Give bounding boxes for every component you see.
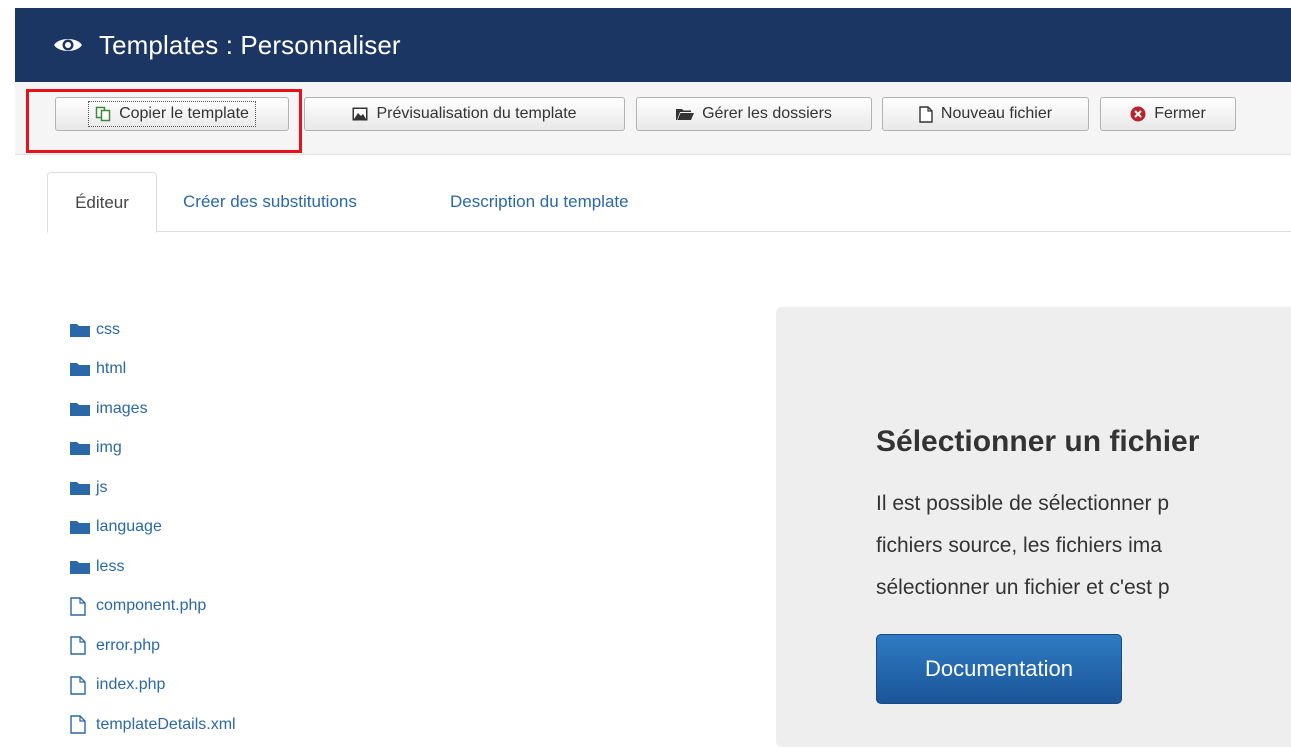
folder-icon bbox=[70, 481, 96, 495]
folder-icon bbox=[70, 441, 96, 456]
panel-description-line: fichiers source, les fichiers ima bbox=[876, 534, 1162, 557]
folder-label: html bbox=[96, 360, 127, 378]
select-file-panel: Sélectionner un fichier Il est possible … bbox=[776, 307, 1291, 747]
file-tree: css html images img js language less com… bbox=[70, 310, 236, 745]
tree-folder-item[interactable]: images bbox=[70, 389, 236, 429]
manage-folders-label: Gérer les dossiers bbox=[702, 105, 832, 122]
highlight-box bbox=[26, 89, 302, 153]
tree-file-item[interactable]: error.php bbox=[70, 626, 236, 666]
tree-folder-item[interactable]: css bbox=[70, 310, 236, 350]
tree-folder-item[interactable]: less bbox=[70, 547, 236, 587]
page-title: Templates : Personnaliser bbox=[99, 29, 401, 60]
folder-label: images bbox=[96, 399, 148, 417]
page-header: Templates : Personnaliser bbox=[15, 8, 1291, 82]
documentation-button[interactable]: Documentation bbox=[876, 634, 1122, 704]
file-icon bbox=[70, 676, 96, 695]
folder-icon bbox=[70, 402, 96, 416]
panel-title: Sélectionner un fichier bbox=[876, 425, 1200, 458]
file-label: index.php bbox=[96, 676, 166, 694]
file-label: component.php bbox=[96, 597, 207, 615]
new-file-button[interactable]: Nouveau fichier bbox=[882, 97, 1089, 131]
file-label: error.php bbox=[96, 636, 161, 654]
eye-icon bbox=[53, 33, 83, 57]
tree-file-item[interactable]: component.php bbox=[70, 587, 236, 627]
folder-icon bbox=[70, 520, 96, 535]
tree-folder-item[interactable]: img bbox=[70, 429, 236, 469]
image-icon bbox=[352, 107, 368, 121]
folder-icon bbox=[70, 323, 96, 337]
folder-icon bbox=[70, 560, 96, 574]
folder-label: css bbox=[96, 320, 120, 338]
tree-file-item[interactable]: index.php bbox=[70, 666, 236, 706]
close-button[interactable]: Fermer bbox=[1100, 97, 1236, 131]
folder-label: less bbox=[96, 557, 125, 575]
folder-open-icon bbox=[676, 107, 695, 121]
tree-folder-item[interactable]: language bbox=[70, 508, 236, 548]
tab-bar: Éditeur Créer des substitutions Descript… bbox=[47, 172, 1291, 233]
new-file-label: Nouveau fichier bbox=[940, 105, 1053, 122]
tree-file-item[interactable]: templateDetails.xml bbox=[70, 705, 236, 745]
manage-folders-button[interactable]: Gérer les dossiers bbox=[636, 97, 872, 131]
folder-label: img bbox=[96, 439, 122, 457]
tab-template-description[interactable]: Description du template bbox=[450, 172, 629, 231]
file-icon bbox=[70, 715, 96, 734]
panel-description-line: sélectionner un fichier et c'est p bbox=[876, 576, 1170, 599]
folder-icon bbox=[70, 362, 96, 377]
tree-folder-item[interactable]: js bbox=[70, 468, 236, 508]
file-icon bbox=[919, 105, 933, 123]
preview-template-button[interactable]: Prévisualisation du template bbox=[304, 97, 625, 131]
tab-editor[interactable]: Éditeur bbox=[47, 172, 157, 233]
file-icon bbox=[70, 636, 96, 655]
folder-label: language bbox=[96, 518, 162, 536]
panel-description-line: Il est possible de sélectionner p bbox=[876, 492, 1170, 515]
close-circle-icon bbox=[1130, 106, 1146, 122]
tab-overrides[interactable]: Créer des substitutions bbox=[183, 172, 357, 231]
preview-template-label: Prévisualisation du template bbox=[376, 105, 577, 122]
file-label: templateDetails.xml bbox=[96, 715, 236, 733]
panel-description: Il est possible de sélectionner p fichie… bbox=[876, 483, 1291, 609]
close-label: Fermer bbox=[1154, 105, 1206, 122]
file-icon bbox=[70, 597, 96, 616]
folder-label: js bbox=[96, 478, 108, 496]
tree-folder-item[interactable]: html bbox=[70, 350, 236, 390]
